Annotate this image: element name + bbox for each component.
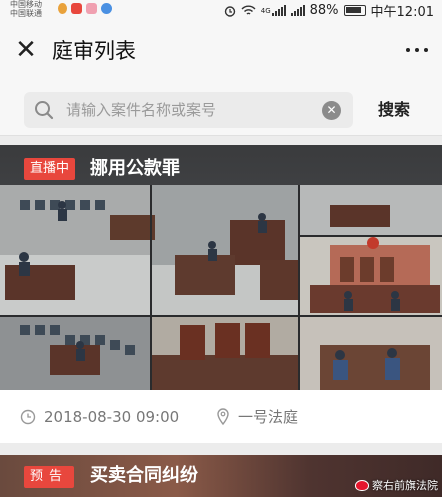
search-box[interactable]: ✕ <box>24 92 353 128</box>
close-icon[interactable]: ✕ <box>12 36 40 64</box>
live-badge: 直播中 <box>24 158 76 180</box>
clock-icon <box>20 409 36 425</box>
nav-bar: ✕ 庭审列表 <box>0 20 442 82</box>
search-icon <box>35 101 54 120</box>
location-notify-icon <box>58 3 67 14</box>
notification-icons <box>58 3 112 14</box>
page-title: 庭审列表 <box>52 39 136 63</box>
battery-percent: 88% <box>309 3 339 18</box>
signal-icon-2 <box>290 5 305 16</box>
network-type: 4G <box>260 6 271 15</box>
location-pin-icon <box>217 408 229 426</box>
courtroom-video-thumbnail[interactable]: 直播中 挪用公款罪 <box>0 145 442 390</box>
signal-icon <box>271 5 286 16</box>
app-notify-icon <box>71 3 82 14</box>
alarm-icon <box>224 5 235 17</box>
carrier-1: 中国移动 <box>10 0 42 9</box>
more-icon[interactable] <box>406 48 428 52</box>
case-datetime: 2018-08-30 09:00 <box>44 408 180 426</box>
case-title: 挪用公款罪 <box>90 158 180 179</box>
app-notify-icon-2 <box>86 3 97 14</box>
status-bar: 中国移动 中国联通 4G 88% 中午12:01 <box>0 0 442 20</box>
search-bar: ✕ 搜索 <box>0 82 442 136</box>
clear-icon[interactable]: ✕ <box>322 101 341 120</box>
wifi-icon <box>241 5 256 15</box>
case-meta: 2018-08-30 09:00 一号法庭 <box>0 390 442 443</box>
watermark: 察右前旗法院 <box>355 477 438 493</box>
search-input[interactable] <box>66 98 306 122</box>
weibo-logo-icon <box>355 479 369 491</box>
case-card[interactable]: 预告 买卖合同纠纷 察右前旗法院 <box>0 455 442 497</box>
app-notify-icon-3 <box>101 3 112 14</box>
case-court: 一号法庭 <box>238 408 299 426</box>
carrier-labels: 中国移动 中国联通 <box>10 0 42 18</box>
clock-time: 中午12:01 <box>370 5 434 20</box>
preview-badge: 预告 <box>24 466 75 488</box>
carrier-2: 中国联通 <box>10 9 42 18</box>
battery-icon <box>343 5 366 16</box>
case-card[interactable]: 直播中 挪用公款罪 2018-08-30 09:00 一号法庭 <box>0 145 442 443</box>
case-title: 买卖合同纠纷 <box>90 465 198 486</box>
watermark-text: 察右前旗法院 <box>372 479 438 492</box>
search-button[interactable]: 搜索 <box>378 96 410 120</box>
